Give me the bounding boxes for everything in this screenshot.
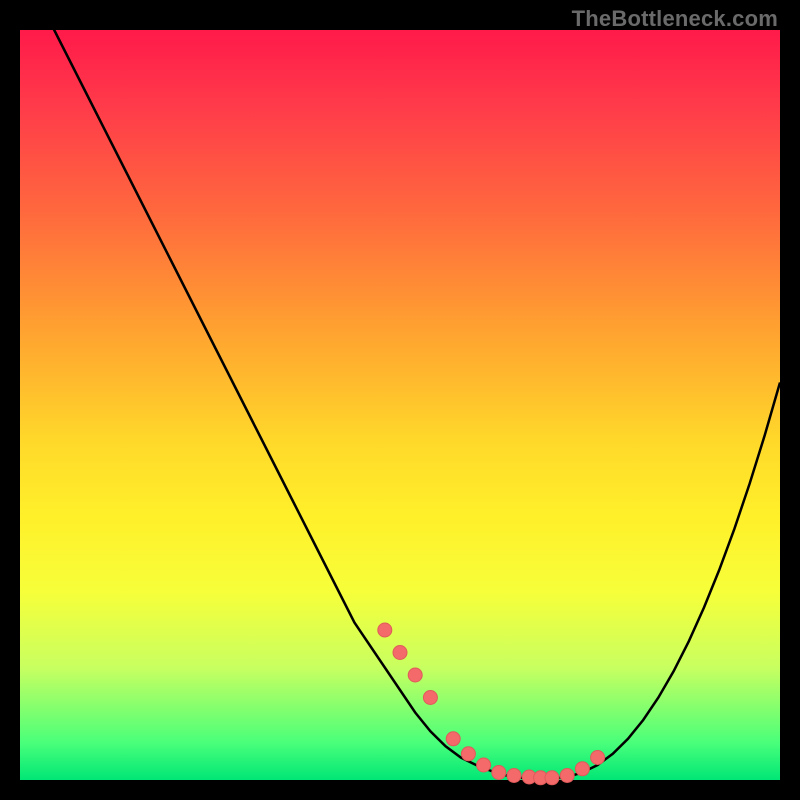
watermark-text: TheBottleneck.com (572, 6, 778, 32)
curve-layer (20, 30, 780, 780)
plot-area (20, 30, 780, 780)
data-point (507, 769, 521, 783)
data-point (461, 747, 475, 761)
data-point (545, 771, 559, 785)
data-point (591, 751, 605, 765)
data-point (446, 732, 460, 746)
data-point (492, 766, 506, 780)
bottleneck-curve (20, 0, 780, 779)
data-point (393, 646, 407, 660)
data-point (378, 623, 392, 637)
chart-frame: TheBottleneck.com (0, 0, 800, 800)
data-point (560, 769, 574, 783)
data-point (575, 762, 589, 776)
data-point (423, 691, 437, 705)
data-point (477, 758, 491, 772)
data-point (408, 668, 422, 682)
